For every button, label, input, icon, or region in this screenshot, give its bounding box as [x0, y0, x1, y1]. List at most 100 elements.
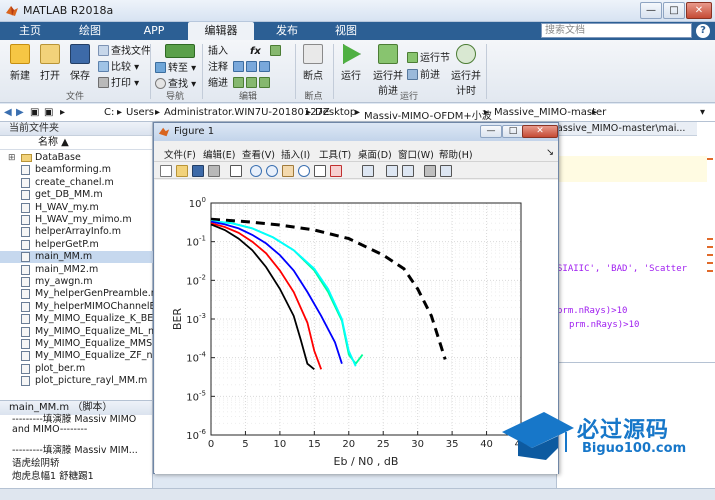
- warning-marker[interactable]: [707, 158, 713, 160]
- figure-menu-tools[interactable]: 工具(T): [319, 147, 351, 161]
- file-item[interactable]: H_WAV_my.m: [0, 202, 153, 214]
- warning-marker[interactable]: [707, 262, 713, 264]
- indent-icons[interactable]: [233, 77, 272, 90]
- address-bar[interactable]: ◀ ▶ ▣ ▣ ▸ C: ▸ Users ▸ Administrator.WIN…: [0, 104, 715, 122]
- browse-folder-icon[interactable]: ▣: [44, 107, 53, 118]
- figure-menu-desktop[interactable]: 桌面(D): [358, 147, 392, 161]
- tab-editor[interactable]: 编辑器: [188, 22, 254, 40]
- print-figure-icon[interactable]: [208, 165, 220, 177]
- figure-maximize-button[interactable]: □: [502, 125, 524, 138]
- run-advance-button[interactable]: 运行并 前进: [372, 44, 404, 97]
- file-item[interactable]: My_MIMO_Equalize_K_BES...: [0, 313, 153, 325]
- new-figure-icon[interactable]: [160, 165, 172, 177]
- breadcrumb-root[interactable]: ▸: [60, 107, 65, 118]
- comment-button[interactable]: 注释: [208, 61, 228, 74]
- minimize-button[interactable]: —: [640, 2, 662, 19]
- up-folder-icon[interactable]: ▣: [30, 107, 39, 118]
- warning-marker[interactable]: [707, 246, 713, 248]
- print-button[interactable]: 打印 ▾: [98, 77, 139, 90]
- close-button[interactable]: ✕: [686, 2, 712, 19]
- show-tools-icon[interactable]: [440, 165, 452, 177]
- run-and-time-button[interactable]: 运行并 计时: [450, 44, 482, 97]
- save-button[interactable]: 保存: [67, 44, 93, 82]
- warning-marker[interactable]: [707, 270, 713, 272]
- menu-dock-icon[interactable]: ↘: [546, 147, 554, 158]
- breadcrumb-admin[interactable]: Administrator.WIN7U-20180127Z: [164, 107, 330, 118]
- help-icon[interactable]: ?: [696, 24, 710, 38]
- hide-tools-icon[interactable]: [424, 165, 436, 177]
- figure-menu-view[interactable]: 查看(V): [242, 147, 275, 161]
- run-section-button[interactable]: 运行节: [407, 52, 450, 65]
- breadcrumb-master[interactable]: Massive_MIMO-master: [494, 107, 606, 118]
- breadcrumb-drive[interactable]: C:: [104, 107, 114, 118]
- find-files-button[interactable]: 查找文件: [98, 45, 151, 58]
- file-item[interactable]: plot_picture_rayl_MM.m: [0, 375, 153, 387]
- zoom-in-icon[interactable]: [250, 165, 262, 177]
- figure-menu-edit[interactable]: 编辑(E): [203, 147, 235, 161]
- compare-button[interactable]: 比较 ▾: [98, 61, 139, 74]
- tab-home[interactable]: 主页: [4, 22, 56, 40]
- tab-view[interactable]: 视图: [320, 22, 372, 40]
- figure-menu-insert[interactable]: 插入(I): [281, 147, 310, 161]
- new-button[interactable]: 新建: [7, 44, 33, 82]
- figure-close-button[interactable]: ✕: [522, 125, 558, 138]
- file-item[interactable]: My_MIMO_Equalize_ZF_nu...: [0, 350, 153, 362]
- brush-icon[interactable]: [330, 165, 342, 177]
- fx-button[interactable]: fx: [250, 45, 261, 58]
- file-item[interactable]: beamforming.m: [0, 164, 153, 176]
- legend-icon[interactable]: [402, 165, 414, 177]
- forward-arrow-icon[interactable]: ▶: [16, 107, 24, 118]
- link-plot-icon[interactable]: [362, 165, 374, 177]
- tab-apps[interactable]: APP: [124, 22, 184, 40]
- pan-hand-icon[interactable]: [282, 165, 294, 177]
- open-file-icon[interactable]: [176, 165, 188, 177]
- back-arrow-icon[interactable]: ◀: [4, 107, 12, 118]
- search-docs-input[interactable]: 搜索文档: [541, 23, 692, 38]
- zoom-out-icon[interactable]: [266, 165, 278, 177]
- file-item[interactable]: helperGetP.m: [0, 239, 153, 251]
- run-button[interactable]: 运行: [338, 44, 364, 82]
- insert-button[interactable]: 插入: [208, 45, 228, 58]
- find-button[interactable]: 查找 ▾: [155, 78, 196, 91]
- insert-section-icon[interactable]: [270, 45, 283, 58]
- editor-tab[interactable]: assive_MIMO-master\mai...: [557, 122, 697, 136]
- expand-icon[interactable]: ⊞: [8, 152, 16, 164]
- maximize-button[interactable]: □: [663, 2, 685, 19]
- name-column-header[interactable]: 名称 ▲: [0, 136, 152, 150]
- open-button[interactable]: 打开: [37, 44, 63, 82]
- figure-menu-file[interactable]: 文件(F): [164, 147, 196, 161]
- breadcrumb-users[interactable]: Users: [126, 107, 154, 118]
- file-item[interactable]: plot_ber.m: [0, 363, 153, 375]
- save-figure-icon[interactable]: [192, 165, 204, 177]
- indent-button[interactable]: 缩进: [208, 77, 228, 90]
- rotate-3d-icon[interactable]: [298, 165, 310, 177]
- ber-chart[interactable]: 05101520253035404510010-110-210-310-410-…: [155, 180, 558, 474]
- file-item[interactable]: H_WAV_my_mimo.m: [0, 214, 153, 226]
- data-cursor-icon[interactable]: [314, 165, 326, 177]
- breadcrumb-project[interactable]: Massiv-MIMO-OFDM+小波: [364, 107, 492, 122]
- file-item[interactable]: my_awgn.m: [0, 276, 153, 288]
- figure-minimize-button[interactable]: —: [480, 125, 502, 138]
- file-item[interactable]: My_MIMO_Equalize_MMSE...: [0, 338, 153, 350]
- file-item[interactable]: main_MM2.m: [0, 264, 153, 276]
- breadcrumb-desktop[interactable]: Desktop: [315, 107, 356, 118]
- address-dropdown-icon[interactable]: ▾: [700, 107, 705, 118]
- tab-plots[interactable]: 绘图: [60, 22, 120, 40]
- file-item[interactable]: get_DB_MM.m: [0, 189, 153, 201]
- file-item[interactable]: create_chanel.m: [0, 177, 153, 189]
- warning-marker[interactable]: [707, 254, 713, 256]
- file-item[interactable]: main_MM.m: [0, 251, 153, 264]
- file-item[interactable]: My_helperMIMOChannelEs...: [0, 301, 153, 313]
- goto-button[interactable]: 转至 ▾: [155, 62, 196, 75]
- file-item[interactable]: My_MIMO_Equalize_ML_nu...: [0, 326, 153, 338]
- tab-publish[interactable]: 发布: [258, 22, 316, 40]
- colorbar-icon[interactable]: [386, 165, 398, 177]
- edit-plot-arrow-icon[interactable]: [230, 165, 242, 177]
- file-item[interactable]: helperArrayInfo.m: [0, 226, 153, 238]
- warning-marker[interactable]: [707, 238, 713, 240]
- figure-menu-window[interactable]: 窗口(W): [398, 147, 434, 161]
- comment-icons[interactable]: [233, 61, 272, 74]
- folder-item[interactable]: ⊞ DataBase: [0, 152, 153, 164]
- breakpoints-button[interactable]: 断点: [300, 44, 326, 82]
- file-item[interactable]: My_helperGenPreamble.m: [0, 288, 153, 300]
